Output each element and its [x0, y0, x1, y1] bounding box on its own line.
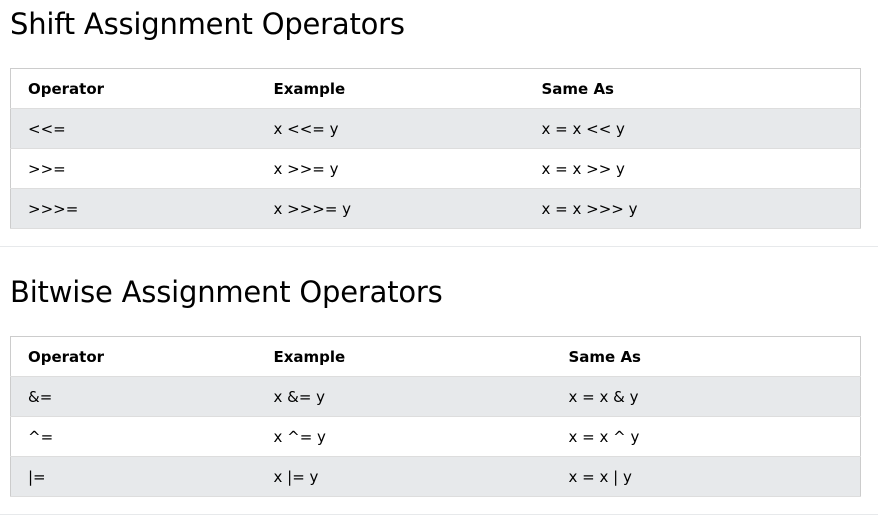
operator-cell: &= [10, 376, 257, 417]
example-cell: x &= y [256, 376, 552, 417]
column-header-same-as: Same As [551, 336, 861, 377]
example-cell: x |= y [256, 456, 552, 497]
operator-cell: ^= [10, 416, 257, 457]
same-as-cell: x = x & y [551, 376, 861, 417]
table-row: &= x &= y x = x & y [10, 376, 861, 417]
shift-operators-table: Operator Example Same As <<= x <<= y x =… [10, 68, 861, 229]
example-cell: x ^= y [256, 416, 552, 457]
example-cell: x >>>= y [256, 188, 525, 229]
table-row: ^= x ^= y x = x ^ y [10, 416, 861, 457]
table-row: <<= x <<= y x = x << y [10, 108, 861, 149]
operator-cell: <<= [10, 108, 257, 149]
operator-cell: >>= [10, 148, 257, 189]
table-row: |= x |= y x = x | y [10, 456, 861, 497]
column-header-example: Example [256, 68, 525, 109]
column-header-operator: Operator [10, 68, 257, 109]
operator-cell: |= [10, 456, 257, 497]
table-header-row: Operator Example Same As [10, 336, 861, 377]
section-heading: Shift Assignment Operators [10, 7, 405, 41]
table-header-row: Operator Example Same As [10, 68, 861, 109]
operator-cell: >>>= [10, 188, 257, 229]
section-divider [0, 246, 878, 247]
bitwise-operators-table: Operator Example Same As &= x &= y x = x… [10, 336, 861, 497]
same-as-cell: x = x | y [551, 456, 861, 497]
column-header-same-as: Same As [524, 68, 861, 109]
example-cell: x <<= y [256, 108, 525, 149]
same-as-cell: x = x >>> y [524, 188, 861, 229]
section-heading: Bitwise Assignment Operators [10, 275, 443, 309]
example-cell: x >>= y [256, 148, 525, 189]
same-as-cell: x = x ^ y [551, 416, 861, 457]
column-header-operator: Operator [10, 336, 257, 377]
column-header-example: Example [256, 336, 552, 377]
table-row: >>= x >>= y x = x >> y [10, 148, 861, 189]
section-divider [0, 514, 878, 515]
same-as-cell: x = x >> y [524, 148, 861, 189]
table-row: >>>= x >>>= y x = x >>> y [10, 188, 861, 229]
same-as-cell: x = x << y [524, 108, 861, 149]
